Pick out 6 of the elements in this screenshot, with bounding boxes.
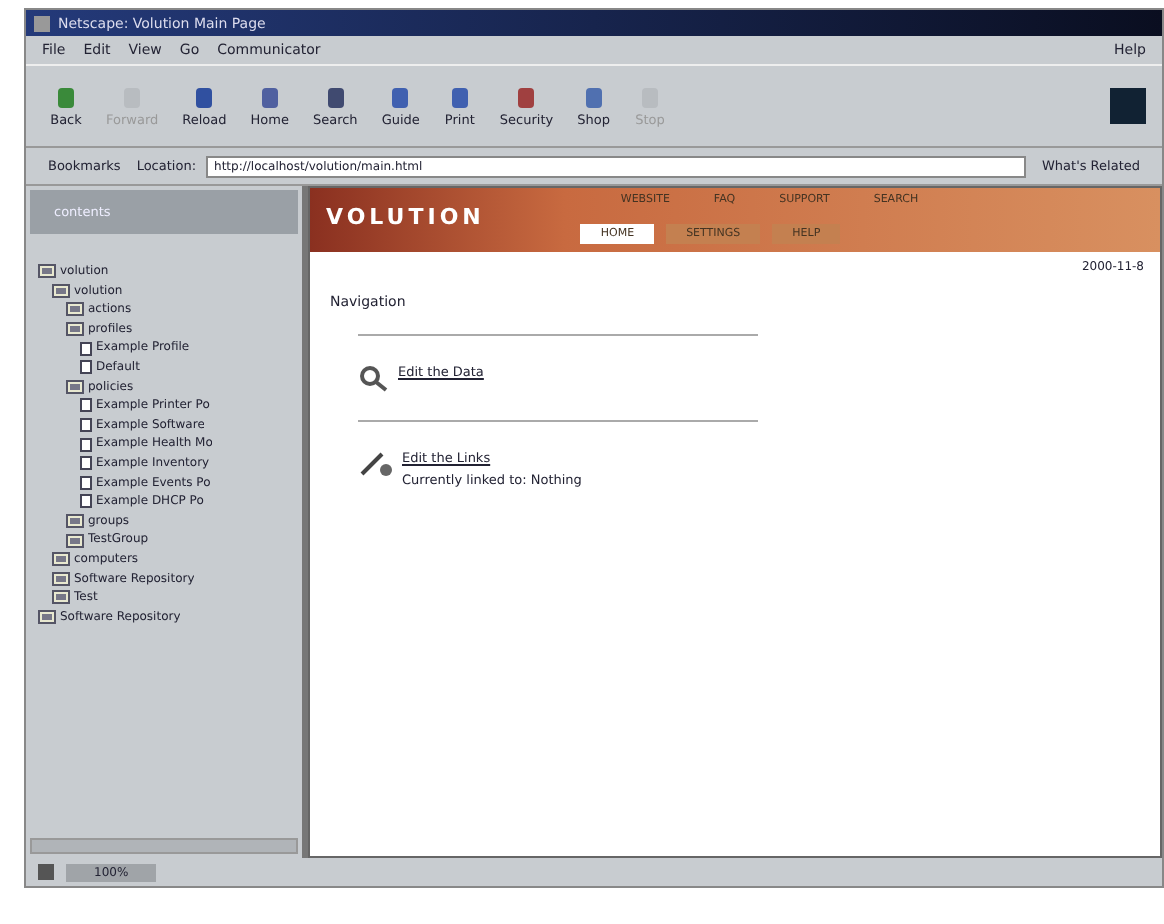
security-icon xyxy=(38,864,54,880)
pen-icon xyxy=(358,450,394,478)
window-menu-icon[interactable] xyxy=(34,15,50,31)
scroll-bar[interactable] xyxy=(30,838,298,854)
volution-logo: VOLUTION xyxy=(324,202,487,234)
magnifier-icon xyxy=(358,364,390,392)
